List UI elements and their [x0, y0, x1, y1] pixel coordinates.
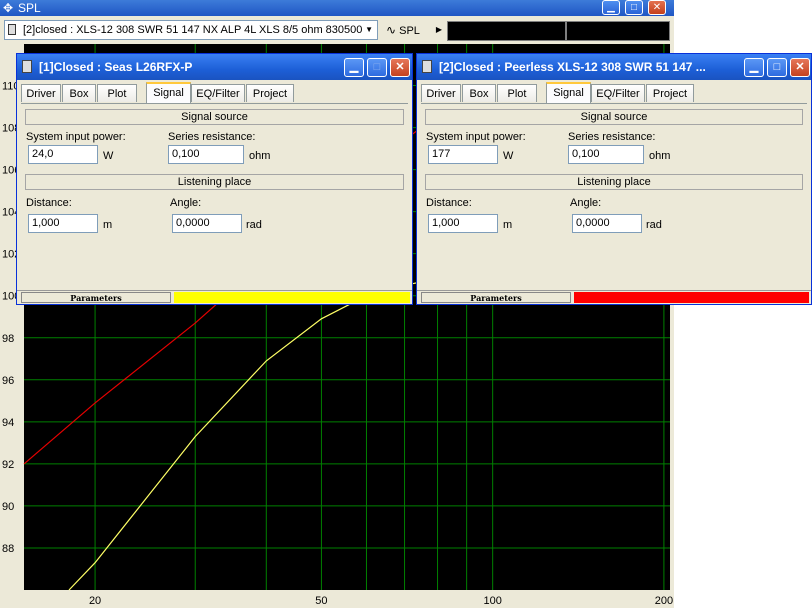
y-tick-label: 88 [2, 543, 14, 555]
tab-eq-filter[interactable]: EQ/Filter [591, 84, 645, 102]
angle-label: Angle: [570, 197, 602, 209]
chevron-right-icon: ▶ [435, 25, 442, 34]
angle-unit: rad [246, 219, 262, 231]
window-1-statusbar: Parameters [17, 290, 412, 304]
driver-selector-dropdown[interactable]: [2]closed : XLS-12 308 SWR 51 147 NX ALP… [4, 20, 378, 40]
minimize-button[interactable]: ▁ [344, 58, 364, 77]
x-tick-label: 100 [483, 595, 501, 607]
distance-label: Distance: [426, 197, 472, 209]
tab-driver[interactable]: Driver [421, 84, 461, 102]
tab-project[interactable]: Project [646, 84, 694, 102]
angle-input[interactable]: 0,0000 [572, 214, 642, 233]
plot-mode-button[interactable]: ∿ SPL ▶ [386, 20, 444, 40]
distance-input[interactable]: 1,000 [28, 214, 98, 233]
tab-signal[interactable]: Signal [546, 82, 591, 103]
window-2-statusbar: Parameters [417, 290, 811, 304]
tab-eq-filter[interactable]: EQ/Filter [191, 84, 245, 102]
minimize-button[interactable]: ▁ [744, 58, 764, 77]
window-2-titlebar[interactable]: [2]Closed : Peerless XLS-12 308 SWR 51 1… [417, 54, 811, 80]
window-1-titlebar[interactable]: [1]Closed : Seas L26RFX-P ▁ □ ✕ [17, 54, 412, 80]
maximize-button[interactable]: □ [625, 0, 643, 15]
window-2-title: [2]Closed : Peerless XLS-12 308 SWR 51 1… [439, 60, 706, 74]
series-resistance-input[interactable]: 0,100 [168, 145, 244, 164]
signal-panel: Signal source System input power: 177 W … [421, 103, 807, 284]
listening-place-header: Listening place [25, 174, 404, 190]
listening-place-header: Listening place [425, 174, 803, 190]
angle-input[interactable]: 0,0000 [172, 214, 242, 233]
series-resistance-input[interactable]: 0,100 [568, 145, 644, 164]
spl-window-title: SPL [18, 1, 41, 15]
sine-wave-icon: ∿ [386, 23, 397, 37]
driver-color-indicator [574, 292, 809, 303]
tab-project[interactable]: Project [246, 84, 294, 102]
chevron-down-icon: ▼ [365, 25, 373, 34]
plot-mode-label: SPL [399, 25, 420, 37]
signal-source-header: Signal source [425, 109, 803, 125]
parameters-button[interactable]: Parameters [421, 292, 571, 303]
status-field-2 [566, 21, 670, 41]
y-tick-label: 94 [2, 417, 14, 429]
maximize-button: □ [367, 58, 387, 77]
close-button[interactable]: ✕ [790, 58, 810, 77]
series-resistance-label: Series resistance: [568, 131, 656, 143]
driver-window-1: [1]Closed : Seas L26RFX-P ▁ □ ✕ Driver B… [16, 53, 413, 305]
y-tick-label: 90 [2, 501, 14, 513]
driver-selector-value: [2]closed : XLS-12 308 SWR 51 147 NX ALP… [23, 24, 363, 36]
series-resistance-unit: ohm [249, 150, 271, 162]
angle-unit: rad [646, 219, 662, 231]
y-tick-label: 98 [2, 333, 14, 345]
window-icon [422, 60, 432, 73]
tab-plot[interactable]: Plot [497, 84, 537, 102]
driver-icon [8, 24, 16, 35]
power-unit: W [103, 150, 114, 162]
window-1-title: [1]Closed : Seas L26RFX-P [39, 60, 193, 74]
series-resistance-label: Series resistance: [168, 131, 256, 143]
y-tick-label: 96 [2, 375, 14, 387]
maximize-button[interactable]: □ [767, 58, 787, 77]
power-unit: W [503, 150, 514, 162]
distance-unit: m [503, 219, 513, 231]
signal-panel: Signal source System input power: 24,0 W… [21, 103, 408, 284]
tab-box[interactable]: Box [462, 84, 496, 102]
y-tick-label: 92 [2, 459, 14, 471]
distance-unit: m [103, 219, 113, 231]
minimize-button[interactable]: ▁ [602, 0, 620, 15]
tab-driver[interactable]: Driver [21, 84, 61, 102]
status-field-1 [447, 21, 566, 41]
tab-box[interactable]: Box [62, 84, 96, 102]
x-tick-label: 200 [655, 595, 673, 607]
spl-titlebar[interactable]: ✥ SPL ▁ □ ✕ [0, 0, 674, 16]
tab-signal[interactable]: Signal [146, 82, 191, 103]
system-input-power-input[interactable]: 24,0 [28, 145, 98, 164]
angle-label: Angle: [170, 197, 202, 209]
distance-input[interactable]: 1,000 [428, 214, 498, 233]
driver-window-2: [2]Closed : Peerless XLS-12 308 SWR 51 1… [416, 53, 812, 305]
tab-plot[interactable]: Plot [97, 84, 137, 102]
parameters-button[interactable]: Parameters [21, 292, 171, 303]
move-icon: ✥ [3, 1, 14, 15]
close-button[interactable]: ✕ [390, 58, 410, 77]
x-tick-label: 20 [89, 595, 101, 607]
system-input-power-label: System input power: [26, 131, 126, 143]
distance-label: Distance: [26, 197, 72, 209]
signal-source-header: Signal source [25, 109, 404, 125]
driver-color-indicator [174, 292, 410, 303]
close-button[interactable]: ✕ [648, 0, 666, 15]
system-input-power-input[interactable]: 177 [428, 145, 498, 164]
window-icon [22, 60, 32, 73]
x-tick-label: 50 [315, 595, 327, 607]
system-input-power-label: System input power: [426, 131, 526, 143]
series-resistance-unit: ohm [649, 150, 671, 162]
